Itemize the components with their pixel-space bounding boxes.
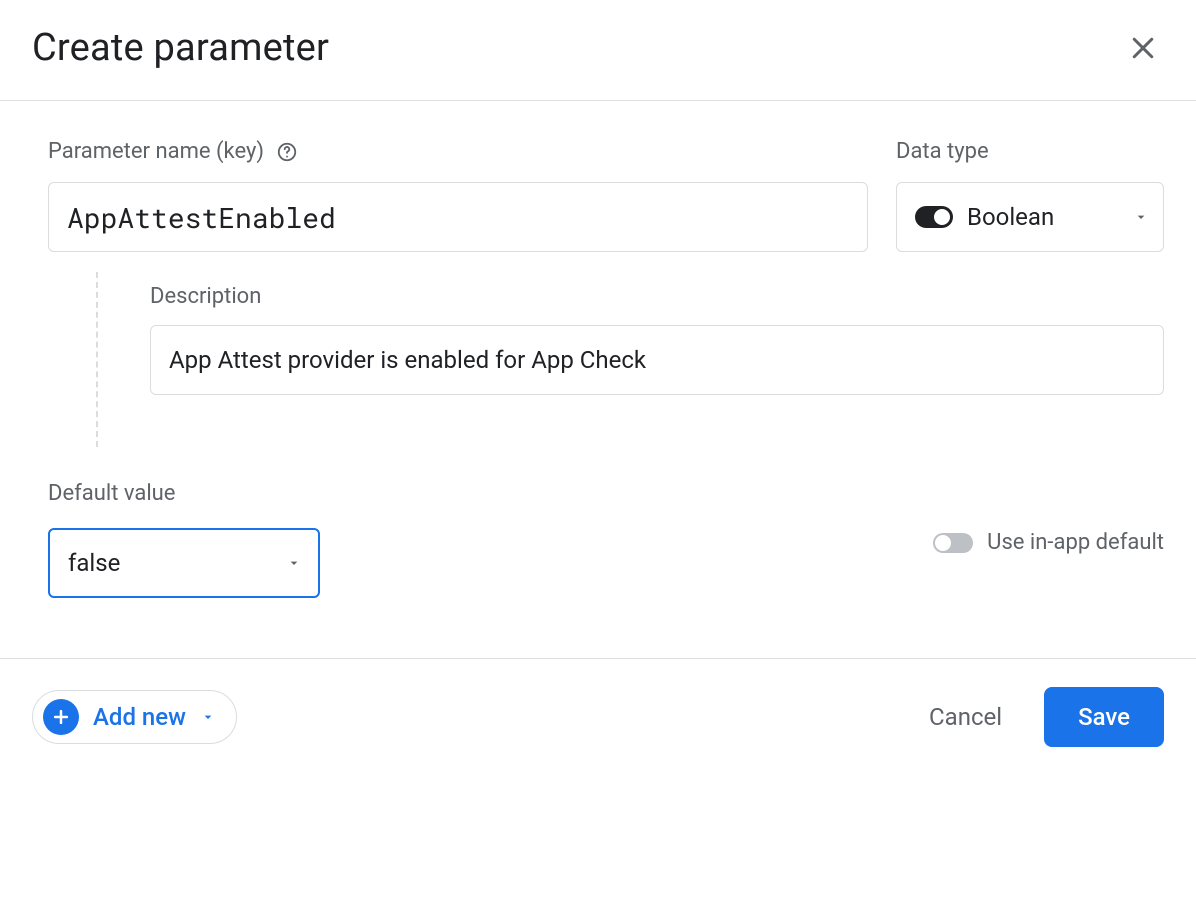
chevron-down-icon — [286, 555, 302, 571]
parameter-name-input[interactable] — [48, 182, 868, 252]
footer-actions: Cancel Save — [923, 687, 1164, 747]
parameter-name-field: Parameter name (key) — [48, 139, 868, 252]
parameter-name-label: Parameter name (key) — [48, 139, 298, 164]
plus-icon — [43, 699, 79, 735]
default-value-label-text: Default value — [48, 481, 175, 506]
add-new-label: Add new — [93, 703, 186, 731]
help-icon[interactable] — [276, 141, 298, 163]
description-input[interactable] — [150, 325, 1164, 395]
cancel-button[interactable]: Cancel — [923, 702, 1008, 732]
use-inapp-default-label: Use in-app default — [987, 530, 1164, 555]
description-label-text: Description — [150, 284, 261, 309]
add-new-button[interactable]: Add new — [32, 690, 237, 744]
data-type-label-text: Data type — [896, 139, 989, 164]
toggle-off-icon — [933, 533, 973, 553]
description-block: Description — [48, 272, 1164, 395]
chevron-down-icon — [200, 709, 216, 725]
default-value-field: Default value false — [48, 481, 320, 598]
dialog-footer: Add new Cancel Save — [0, 658, 1196, 795]
data-type-select[interactable]: Boolean — [896, 182, 1164, 252]
close-icon — [1128, 51, 1158, 66]
chevron-down-icon — [1133, 209, 1149, 225]
data-type-value: Boolean — [967, 203, 1119, 231]
create-parameter-dialog: Create parameter Parameter name (key) Da… — [0, 0, 1196, 795]
close-button[interactable] — [1122, 27, 1164, 69]
use-inapp-default-toggle[interactable]: Use in-app default — [933, 530, 1164, 555]
default-value-select[interactable]: false — [48, 528, 320, 598]
default-value: false — [68, 549, 120, 577]
parameter-name-label-text: Parameter name (key) — [48, 139, 264, 164]
data-type-field: Data type Boolean — [896, 139, 1164, 252]
dialog-header: Create parameter — [0, 0, 1196, 101]
dialog-title: Create parameter — [32, 26, 329, 70]
save-button[interactable]: Save — [1044, 687, 1164, 747]
boolean-type-icon — [915, 206, 953, 228]
name-and-type-row: Parameter name (key) Data type Boolean — [48, 139, 1164, 252]
description-label: Description — [150, 284, 261, 309]
default-value-label: Default value — [48, 481, 175, 506]
data-type-label: Data type — [896, 139, 989, 164]
default-value-row: Default value false Use in-app default — [48, 481, 1164, 598]
dialog-body: Parameter name (key) Data type Boolean — [0, 101, 1196, 658]
